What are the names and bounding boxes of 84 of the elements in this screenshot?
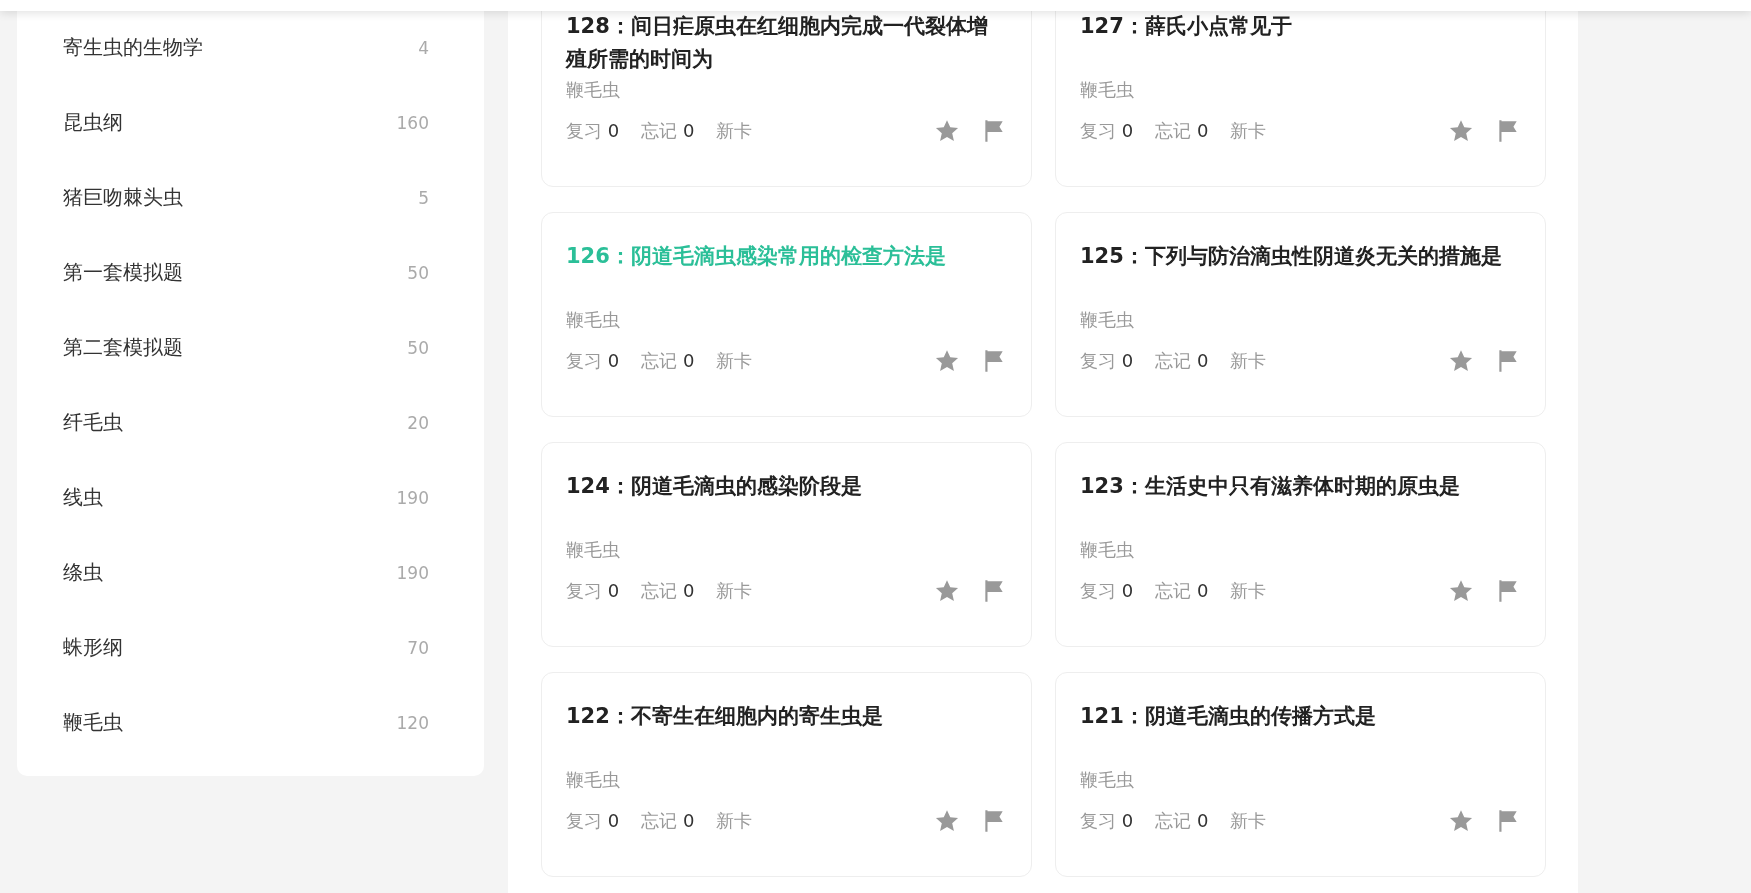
star-icon[interactable] — [1448, 578, 1474, 604]
forget-count: 忘记 0 — [1155, 809, 1209, 833]
sidebar-item[interactable]: 第二套模拟题 50 — [17, 310, 484, 385]
category-label: 昆虫纲 — [63, 109, 123, 136]
sidebar-item[interactable]: 蛛形纲 70 — [17, 610, 484, 685]
topic-label: 鞭毛虫 — [566, 308, 621, 332]
star-icon[interactable] — [934, 578, 960, 604]
sidebar-item[interactable]: 昆虫纲 160 — [17, 85, 484, 160]
question-card[interactable]: 123：生活史中只有滋养体时期的原虫是 鞭毛虫 复习 0 忘记 0 新卡 — [1055, 442, 1546, 647]
category-count: 160 — [396, 112, 429, 133]
topic-label: 鞭毛虫 — [1080, 538, 1135, 562]
category-label: 蛛形纲 — [63, 634, 123, 661]
category-label: 线虫 — [63, 484, 103, 511]
star-icon[interactable] — [1448, 808, 1474, 834]
status-label: 新卡 — [1230, 809, 1267, 833]
star-icon[interactable] — [934, 808, 960, 834]
question-title: 128：间日疟原虫在红细胞内完成一代裂体增殖所需的时间为 — [566, 13, 989, 73]
status-label: 新卡 — [716, 809, 753, 833]
status-label: 新卡 — [1230, 119, 1267, 143]
question-card[interactable]: 121：阴道毛滴虫的传播方式是 鞭毛虫 复习 0 忘记 0 新卡 — [1055, 672, 1546, 877]
question-title: 121：阴道毛滴虫的传播方式是 — [1080, 703, 1377, 730]
star-icon[interactable] — [1448, 118, 1474, 144]
status-label: 新卡 — [716, 119, 753, 143]
sidebar-item[interactable]: 第一套模拟题 50 — [17, 235, 484, 310]
category-count: 70 — [407, 637, 429, 658]
question-title: 127：薛氏小点常见于 — [1080, 13, 1293, 40]
sidebar-item[interactable]: 猪巨吻棘头虫 5 — [17, 160, 484, 235]
topic-label: 鞭毛虫 — [566, 78, 621, 102]
sidebar-item[interactable]: 寄生虫的生物学 4 — [17, 10, 484, 85]
star-icon[interactable] — [1448, 348, 1474, 374]
review-count: 复习 0 — [566, 119, 620, 143]
sidebar-item[interactable]: 线虫 190 — [17, 460, 484, 535]
category-count: 50 — [407, 262, 429, 283]
star-icon[interactable] — [934, 118, 960, 144]
question-title: 122：不寄生在细胞内的寄生虫是 — [566, 703, 884, 730]
topic-label: 鞭毛虫 — [1080, 78, 1135, 102]
status-label: 新卡 — [1230, 349, 1267, 373]
sidebar-item[interactable]: 鞭毛虫 120 — [17, 685, 484, 760]
forget-count: 忘记 0 — [1155, 349, 1209, 373]
category-label: 寄生虫的生物学 — [63, 34, 203, 61]
category-label: 猪巨吻棘头虫 — [63, 184, 183, 211]
question-card[interactable]: 125：下列与防治滴虫性阴道炎无关的措施是 鞭毛虫 复习 0 忘记 0 新卡 — [1055, 212, 1546, 417]
category-count: 50 — [407, 337, 429, 358]
forget-count: 忘记 0 — [1155, 579, 1209, 603]
category-label: 鞭毛虫 — [63, 709, 123, 736]
question-card[interactable]: 122：不寄生在细胞内的寄生虫是 鞭毛虫 复习 0 忘记 0 新卡 — [541, 672, 1032, 877]
status-label: 新卡 — [716, 349, 753, 373]
review-count: 复习 0 — [1080, 809, 1134, 833]
topic-label: 鞭毛虫 — [566, 538, 621, 562]
category-count: 5 — [418, 187, 429, 208]
category-label: 第二套模拟题 — [63, 334, 183, 361]
question-title: 123：生活史中只有滋养体时期的原虫是 — [1080, 473, 1461, 500]
topic-label: 鞭毛虫 — [1080, 768, 1135, 792]
forget-count: 忘记 0 — [1155, 119, 1209, 143]
review-count: 复习 0 — [1080, 119, 1134, 143]
question-card[interactable]: 124：阴道毛滴虫的感染阶段是 鞭毛虫 复习 0 忘记 0 新卡 — [541, 442, 1032, 647]
category-count: 4 — [418, 37, 429, 58]
question-title: 124：阴道毛滴虫的感染阶段是 — [566, 473, 863, 500]
review-count: 复习 0 — [566, 349, 620, 373]
question-card[interactable]: 126：阴道毛滴虫感染常用的检查方法是 鞭毛虫 复习 0 忘记 0 新卡 — [541, 212, 1032, 417]
category-count: 120 — [396, 712, 429, 733]
category-count: 190 — [396, 562, 429, 583]
review-count: 复习 0 — [1080, 349, 1134, 373]
status-label: 新卡 — [1230, 579, 1267, 603]
question-title: 125：下列与防治滴虫性阴道炎无关的措施是 — [1080, 243, 1503, 270]
forget-count: 忘记 0 — [641, 119, 695, 143]
forget-count: 忘记 0 — [641, 579, 695, 603]
forget-count: 忘记 0 — [641, 349, 695, 373]
review-count: 复习 0 — [1080, 579, 1134, 603]
topic-label: 鞭毛虫 — [1080, 308, 1135, 332]
review-count: 复习 0 — [566, 579, 620, 603]
question-title: 126：阴道毛滴虫感染常用的检查方法是 — [566, 243, 947, 270]
sidebar-item[interactable]: 纤毛虫 20 — [17, 385, 484, 460]
forget-count: 忘记 0 — [641, 809, 695, 833]
sidebar-item[interactable]: 绦虫 190 — [17, 535, 484, 610]
category-label: 绦虫 — [63, 559, 103, 586]
category-label: 纤毛虫 — [63, 409, 123, 436]
status-label: 新卡 — [716, 579, 753, 603]
topic-label: 鞭毛虫 — [566, 768, 621, 792]
category-label: 第一套模拟题 — [63, 259, 183, 286]
category-count: 190 — [396, 487, 429, 508]
star-icon[interactable] — [934, 348, 960, 374]
review-count: 复习 0 — [566, 809, 620, 833]
category-count: 20 — [407, 412, 429, 433]
